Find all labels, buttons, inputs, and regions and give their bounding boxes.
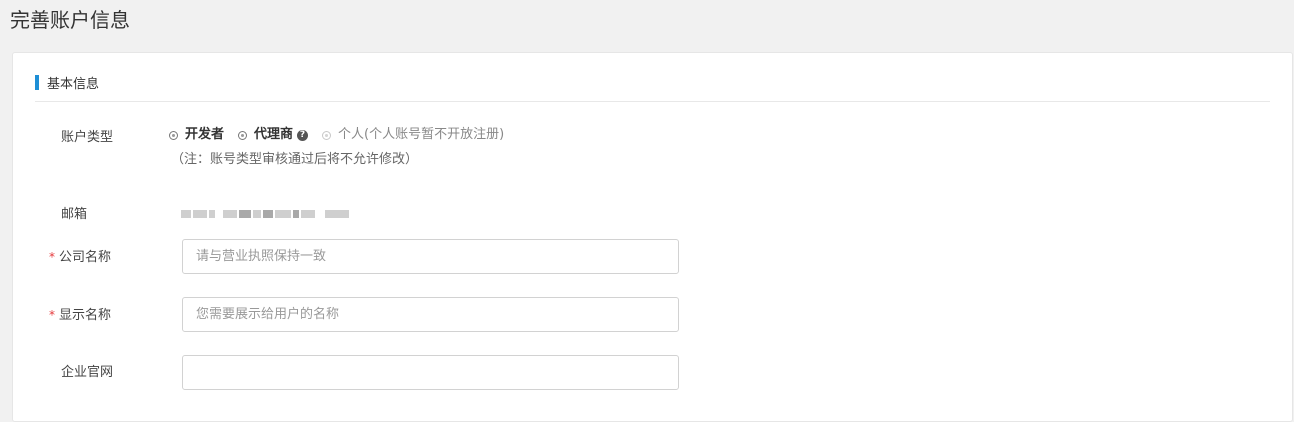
website-input[interactable]	[182, 355, 679, 390]
display-name-label: * 显示名称	[49, 306, 111, 325]
radio-option-personal: 个人(个人账号暂不开放注册)	[322, 126, 504, 144]
radio-label-personal: 个人(个人账号暂不开放注册)	[338, 127, 505, 142]
account-type-radio-group: 开发者 代理商 ? 个人(个人账号暂不开放注册)	[169, 126, 518, 144]
company-name-input[interactable]	[182, 239, 679, 274]
required-mark: *	[49, 308, 55, 322]
email-label: 邮箱	[61, 207, 88, 222]
company-name-label: * 公司名称	[49, 248, 111, 267]
radio-circle[interactable]	[169, 130, 178, 140]
section-header: 基本信息	[35, 74, 100, 92]
radio-label-developer: 开发者	[185, 127, 225, 142]
radio-circle[interactable]	[238, 130, 248, 140]
radio-option-developer[interactable]: 开发者	[169, 126, 224, 144]
account-type-label: 账户类型	[61, 130, 114, 145]
question-circle-icon[interactable]: ?	[297, 129, 309, 141]
radio-option-agent[interactable]: 代理商 ?	[238, 126, 309, 144]
page-title: 完善账户信息	[10, 8, 130, 32]
section-accent-bar	[35, 74, 39, 90]
section-divider	[35, 101, 1270, 102]
display-name-label-text: 显示名称	[59, 308, 112, 323]
section-title: 基本信息	[47, 76, 100, 92]
required-mark: *	[49, 250, 55, 264]
basic-info-card: 基本信息 账户类型 开发者 代理商 ? 个人(个人账号暂不开放注册) （注：账号…	[12, 52, 1293, 422]
company-name-label-text: 公司名称	[59, 250, 112, 265]
display-name-input[interactable]	[182, 297, 679, 332]
radio-circle-disabled	[322, 130, 332, 140]
radio-label-agent: 代理商	[254, 127, 294, 142]
account-type-note: （注：账号类型审核通过后将不允许修改）	[171, 152, 419, 167]
website-label: 企业官网	[61, 365, 114, 380]
masked-email-value	[181, 209, 351, 219]
